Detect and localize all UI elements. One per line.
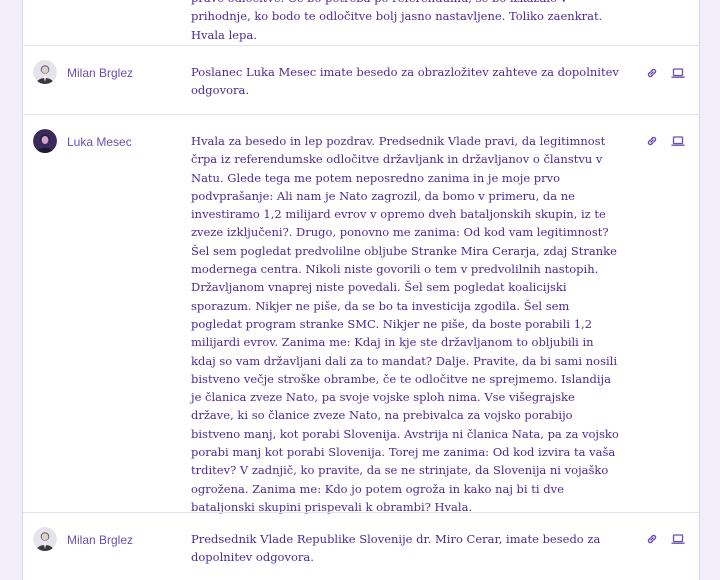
avatar[interactable]	[33, 60, 57, 84]
divider	[23, 512, 699, 513]
divider	[23, 114, 699, 115]
speaker-name[interactable]: Milan Brglez	[67, 66, 133, 80]
link-icon[interactable]	[645, 133, 659, 147]
speech-text: Hvala za besedo in lep pozdrav. Predsedn…	[191, 134, 619, 514]
speech-text: Predsednik Vlade Republike Slovenije dr.…	[191, 532, 601, 565]
link-icon[interactable]	[645, 531, 659, 545]
speech-text: prave odločitve. Če bo potreba po refere…	[191, 0, 603, 42]
transcript-card: prave odločitve. Če bo potreba po refere…	[22, 0, 700, 580]
person-photo-icon	[33, 60, 57, 84]
laptop-icon[interactable]	[671, 133, 685, 147]
speech-text: Poslanec Luka Mesec imate besedo za obra…	[191, 65, 619, 98]
avatar[interactable]	[33, 129, 57, 153]
person-photo-icon	[33, 527, 57, 551]
avatar[interactable]	[33, 527, 57, 551]
link-icon[interactable]	[645, 65, 659, 79]
person-photo-icon	[33, 129, 57, 153]
laptop-icon[interactable]	[671, 531, 685, 545]
laptop-icon[interactable]	[671, 65, 685, 79]
speaker-name[interactable]: Luka Mesec	[67, 135, 132, 149]
divider	[23, 45, 699, 46]
speaker-name[interactable]: Milan Brglez	[67, 533, 133, 547]
